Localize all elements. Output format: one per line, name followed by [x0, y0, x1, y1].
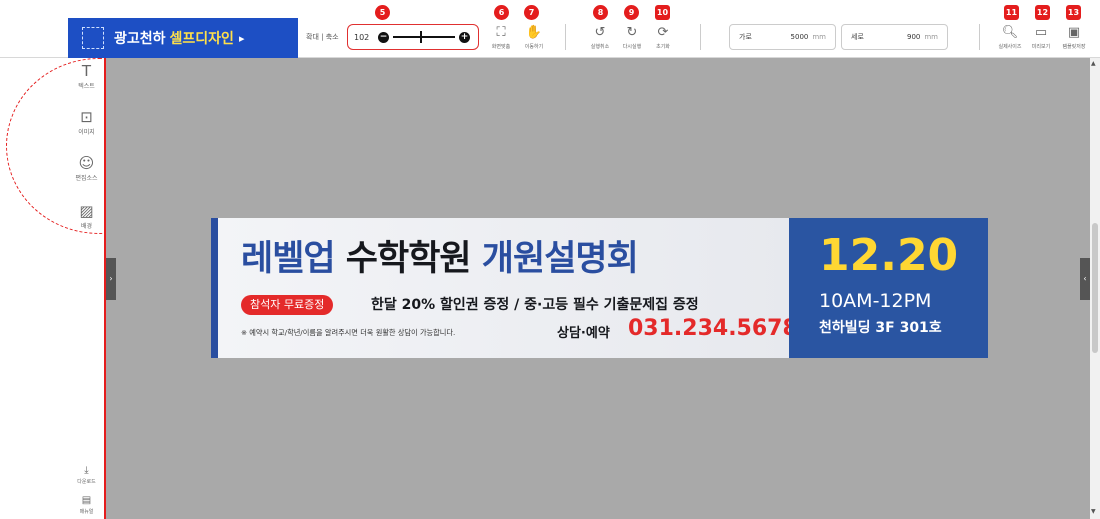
scrollbar-thumb[interactable] [1092, 223, 1098, 353]
logo-caret-icon: ▸ [238, 31, 245, 45]
save-icon: ▣ [1067, 25, 1081, 40]
height-value[interactable]: 900 [907, 33, 920, 41]
reset-label: 초기화 [656, 44, 670, 50]
banner-phone[interactable]: 031.234.5678 [628, 316, 798, 341]
logo-highlight-text: 셀프디자인 [169, 31, 234, 47]
reset-button[interactable]: ⟳ 초기화 [643, 25, 683, 50]
banner-title-part1: 레벨업 [241, 239, 336, 279]
annotation-badge: 8 [593, 5, 608, 20]
annotation-badge: 6 [494, 5, 509, 20]
reset-icon: ⟳ [657, 25, 669, 40]
height-field[interactable]: 세로 900 mm [841, 24, 948, 50]
banner-note[interactable]: ※ 예약시 학교/학년/이름을 알려주시면 더욱 원활한 상담이 가능합니다. [241, 328, 455, 338]
move-button[interactable]: ✋ 이동하기 [514, 25, 554, 50]
banner-title-part2: 수학학원 [345, 239, 472, 279]
width-unit: mm [812, 33, 826, 41]
height-unit: mm [924, 33, 938, 41]
banner-place[interactable]: 천하빌딩 3F 301호 [819, 317, 942, 337]
logo-frame-icon [82, 27, 104, 49]
scroll-up-icon[interactable]: ▲ [1091, 60, 1096, 67]
banner-design[interactable]: 레벨업 수학학원 개원설명회 참석자 무료증정 한달 20% 할인권 증정 / … [211, 218, 988, 358]
zoom-control: 102 − + [347, 24, 479, 50]
annotation-badge: 12 [1035, 5, 1050, 20]
save-template-button[interactable]: ▣ 템플릿저장 [1054, 25, 1094, 50]
zoom-out-button[interactable]: − [378, 31, 389, 43]
width-field[interactable]: 가로 5000 mm [729, 24, 836, 50]
banner-time[interactable]: 10AM-12PM [819, 290, 931, 312]
banner-title-part3: 개원설명회 [481, 239, 639, 279]
banner-title[interactable]: 레벨업 수학학원 개원설명회 [241, 230, 639, 281]
manual-icon: ▤ [81, 495, 92, 506]
vertical-scrollbar[interactable]: ▲ ▼ [1090, 58, 1100, 519]
width-label: 가로 [739, 33, 752, 41]
zoom-slider-handle[interactable] [420, 31, 422, 43]
annotation-badge: 9 [624, 5, 639, 20]
download-icon: ⤓ [84, 465, 89, 476]
height-label: 세로 [851, 33, 864, 41]
width-value[interactable]: 5000 [791, 33, 809, 41]
hand-icon: ✋ [525, 25, 543, 40]
annotation-badge: 13 [1066, 5, 1081, 20]
brand-logo[interactable]: 광고천하 셀프디자인 ▸ [68, 18, 298, 58]
toolbar-divider [700, 24, 701, 50]
top-toolbar: 광고천하 셀프디자인 ▸ 확대 | 축소 102 − + ⛶ 화면맞춤 ✋ 이동… [0, 0, 1100, 58]
logo-brand-text: 광고천하 [114, 31, 166, 47]
move-label: 이동하기 [524, 44, 544, 50]
download-button[interactable]: ⤓ 다운로드 [68, 465, 105, 485]
annotation-badge: 7 [524, 5, 539, 20]
download-label: 다운로드 [77, 479, 96, 485]
zoom-in-button[interactable]: + [459, 31, 470, 43]
banner-pill[interactable]: 참석자 무료증정 [241, 295, 334, 315]
banner-date[interactable]: 12.20 [819, 230, 958, 281]
zoom-label: 확대 | 축소 [306, 33, 339, 41]
manual-label: 매뉴얼 [79, 509, 94, 515]
annotation-badge: 10 [655, 5, 670, 20]
scroll-down-icon[interactable]: ▼ [1091, 508, 1096, 515]
manual-button[interactable]: ▤ 매뉴얼 [68, 495, 105, 515]
save-template-label: 템플릿저장 [1062, 44, 1086, 50]
toolbar-divider [565, 24, 566, 50]
banner-subtitle[interactable]: 한달 20% 할인권 증정 / 중·고등 필수 기출문제집 증정 [371, 294, 699, 314]
annotation-badge: 5 [375, 5, 390, 20]
expand-left-panel-button[interactable]: › [106, 258, 116, 300]
banner-contact-label[interactable]: 상담·예약 [557, 322, 610, 341]
banner-left-panel: 레벨업 수학학원 개원설명회 참석자 무료증정 한달 20% 할인권 증정 / … [211, 218, 798, 358]
banner-right-panel: 12.20 10AM-12PM 천하빌딩 3F 301호 [789, 218, 988, 358]
zoom-slider[interactable] [393, 31, 455, 43]
toolbar-divider [979, 24, 980, 50]
annotation-badge: 11 [1004, 5, 1019, 20]
expand-right-panel-button[interactable]: ‹ [1080, 258, 1090, 300]
zoom-value[interactable]: 102 [354, 33, 378, 42]
editor-app: 광고천하 셀프디자인 ▸ 확대 | 축소 102 − + ⛶ 화면맞춤 ✋ 이동… [0, 0, 1100, 519]
